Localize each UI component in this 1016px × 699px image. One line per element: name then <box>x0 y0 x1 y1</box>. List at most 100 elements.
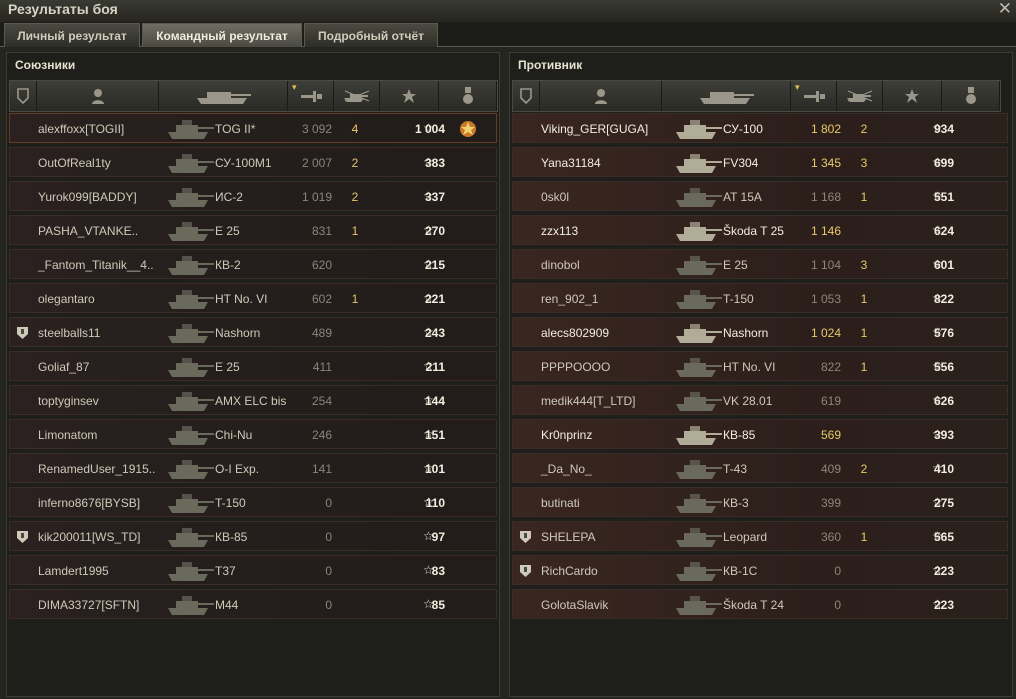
tank-silhouette-icon <box>162 216 218 246</box>
sort-badge-header[interactable] <box>10 81 37 111</box>
player-row[interactable]: Lamdert1995 T37 0 83 ☆ <box>9 555 497 585</box>
tank-name: КВ-2 <box>215 258 241 272</box>
medal-icon[interactable] <box>458 118 478 140</box>
tank-silhouette-icon <box>670 148 726 178</box>
player-row[interactable]: 0sk0l AT 15A 1 168 1 551 ☆ <box>512 181 1008 211</box>
sort-player-header[interactable] <box>37 81 159 111</box>
sort-medal-header[interactable] <box>942 81 1000 111</box>
tank-silhouette-icon <box>670 250 726 280</box>
damage-value: 602 <box>311 292 332 306</box>
damage-value: 1 802 <box>810 122 841 136</box>
tab-detailed-report[interactable]: Подробный отчёт <box>304 23 438 47</box>
player-row[interactable]: PASHA_VTANKE.. E 25 831 1 270 ☆ <box>9 215 497 245</box>
xp-star-icon: ☆ <box>423 495 434 509</box>
tank-silhouette-icon <box>670 556 726 586</box>
player-name: Yurok099[BADDY] <box>38 190 137 204</box>
player-row[interactable]: PPPPOOOO HT No. VI 822 1 556 ☆ <box>512 351 1008 381</box>
player-row[interactable]: _Fantom_Titanik__4.. КВ-2 620 215 ☆ <box>9 249 497 279</box>
sort-damage-header[interactable]: ▾ <box>288 81 334 111</box>
frags-value: 1 <box>351 224 359 238</box>
player-row[interactable]: dinobol E 25 1 104 3 601 ☆ <box>512 249 1008 279</box>
player-name: ren_902_1 <box>541 292 599 306</box>
player-row[interactable]: Yurok099[BADDY] ИС-2 1 019 2 337 ☆ <box>9 181 497 211</box>
player-row[interactable]: Viking_GER[GUGA] СУ-100 1 802 2 934 ☆ <box>512 113 1008 143</box>
player-name: alecs802909 <box>541 326 610 340</box>
tank-silhouette-icon <box>670 488 726 518</box>
player-row[interactable]: GolotaSlavik Škoda T 24 0 223 ☆ <box>512 589 1008 619</box>
frags-value: 2 <box>351 190 359 204</box>
player-name: 0sk0l <box>541 190 570 204</box>
player-name: steelballs11 <box>38 326 101 340</box>
player-row[interactable]: alexffoxx[TOGII] TOG II* 3 092 4 1 004 ☆ <box>9 113 497 143</box>
player-name: medik444[T_LTD] <box>541 394 636 408</box>
frags-value: 1 <box>860 292 868 306</box>
close-icon[interactable]: ✕ <box>998 0 1012 19</box>
player-row[interactable]: steelballs11 Nashorn 489 243 ☆ <box>9 317 497 347</box>
frags-value: 2 <box>351 156 359 170</box>
tank-name: КВ-85 <box>215 530 248 544</box>
player-name: RenamedUser_1915.. <box>38 462 156 476</box>
player-row[interactable]: _Da_No_ T-43 409 2 410 ☆ <box>512 453 1008 483</box>
xp-star-icon: ☆ <box>423 155 434 169</box>
xp-star-icon: ☆ <box>423 359 434 373</box>
player-row[interactable]: butinati КВ-3 399 275 ☆ <box>512 487 1008 517</box>
tank-silhouette-icon <box>162 556 218 586</box>
player-row[interactable]: DIMA33727[SFTN] M44 0 85 ☆ <box>9 589 497 619</box>
tank-silhouette-icon <box>670 284 726 314</box>
player-row[interactable]: OutOfReal1ty СУ-100М1 2 007 2 383 ☆ <box>9 147 497 177</box>
tank-name: Chi-Nu <box>215 428 253 442</box>
sort-xp-star-header[interactable] <box>883 81 942 111</box>
tank-silhouette-icon <box>162 522 218 552</box>
player-row[interactable]: RenamedUser_1915.. O-I Exp. 141 101 ☆ <box>9 453 497 483</box>
sort-tank-header[interactable] <box>159 81 288 111</box>
player-row[interactable]: inferno8676[BYSB] T-150 0 110 ☆ <box>9 487 497 517</box>
sort-medal-header[interactable] <box>439 81 497 111</box>
shield-badge-icon <box>519 564 532 578</box>
xp-star-icon: ☆ <box>932 393 943 407</box>
player-row[interactable]: olegantaro HT No. VI 602 1 221 ☆ <box>9 283 497 313</box>
player-row[interactable]: RichCardo КВ-1С 0 223 ☆ <box>512 555 1008 585</box>
frags-value: 1 <box>860 530 868 544</box>
tank-name: M44 <box>215 598 239 612</box>
player-row[interactable]: alecs802909 Nashorn 1 024 1 576 ☆ <box>512 317 1008 347</box>
tank-name: TOG II* <box>215 122 256 136</box>
player-row[interactable]: toptyginsev AMX ELC bis 254 144 ☆ <box>9 385 497 415</box>
player-name: Viking_GER[GUGA] <box>541 122 649 136</box>
tab-team-result[interactable]: Командный результат <box>142 23 302 47</box>
tank-name: КВ-85 <box>723 428 756 442</box>
sort-frags-header[interactable] <box>837 81 883 111</box>
damage-value: 1 019 <box>301 190 332 204</box>
tank-name: T37 <box>215 564 236 578</box>
tank-silhouette-icon <box>162 148 218 178</box>
enemies-title: Противник <box>518 58 583 72</box>
sort-tank-header[interactable] <box>662 81 791 111</box>
player-row[interactable]: Yana31184 FV304 1 345 3 699 ☆ <box>512 147 1008 177</box>
player-row[interactable]: Goliaf_87 E 25 411 211 ☆ <box>9 351 497 381</box>
tank-silhouette-icon <box>670 352 726 382</box>
player-row[interactable]: zzx113 Škoda T 25 1 146 624 ☆ <box>512 215 1008 245</box>
player-name: PASHA_VTANKE.. <box>38 224 139 238</box>
player-row[interactable]: medik444[T_LTD] VK 28.01 619 626 ☆ <box>512 385 1008 415</box>
player-name: Yana31184 <box>541 156 601 170</box>
player-row[interactable]: SHELEPA Leopard 360 1 565 ☆ <box>512 521 1008 551</box>
player-row[interactable]: kik200011[WS_TD] КВ-85 0 97 ☆ <box>9 521 497 551</box>
player-name: SHELEPA <box>541 530 596 544</box>
player-row[interactable]: ren_902_1 T-150 1 053 1 822 ☆ <box>512 283 1008 313</box>
tank-silhouette-icon <box>670 386 726 416</box>
damage-value: 831 <box>311 224 332 238</box>
frags-value: 1 <box>860 190 868 204</box>
sort-player-header[interactable] <box>540 81 662 111</box>
sort-xp-star-header[interactable] <box>380 81 439 111</box>
xp-star-icon: ☆ <box>932 529 943 543</box>
tank-name: E 25 <box>215 360 240 374</box>
sort-frags-header[interactable] <box>334 81 380 111</box>
damage-value: 0 <box>325 530 332 544</box>
damage-value: 0 <box>834 564 841 578</box>
tab-personal-result[interactable]: Личный результат <box>4 23 140 47</box>
player-row[interactable]: Kr0nprinz КВ-85 569 393 ☆ <box>512 419 1008 449</box>
sort-damage-header[interactable]: ▾ <box>791 81 837 111</box>
player-name: Limonatom <box>38 428 98 442</box>
tank-silhouette-icon <box>162 590 218 620</box>
sort-badge-header[interactable] <box>513 81 540 111</box>
player-row[interactable]: Limonatom Chi-Nu 246 151 ☆ <box>9 419 497 449</box>
